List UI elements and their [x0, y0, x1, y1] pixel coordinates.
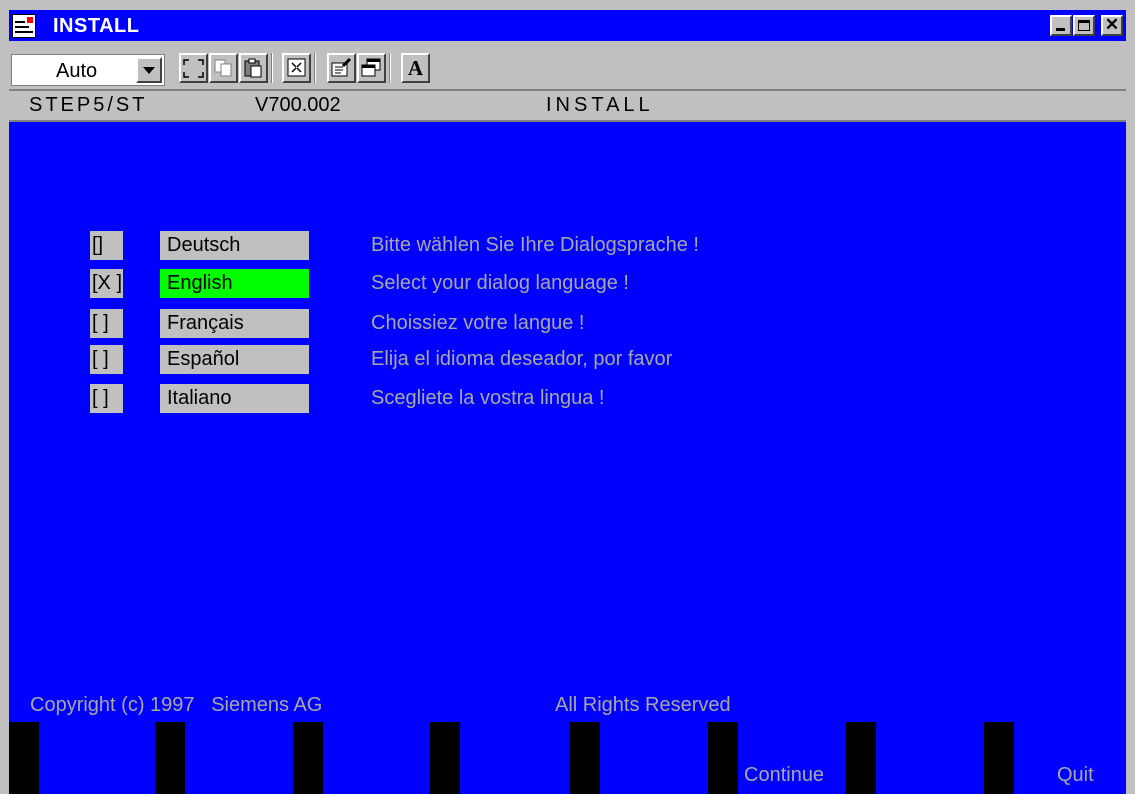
function-key-f4[interactable]: [430, 722, 460, 794]
minimize-icon: [1056, 28, 1065, 31]
rights-text: All Rights Reserved: [555, 694, 731, 716]
function-key-f2[interactable]: [155, 722, 185, 794]
close-button[interactable]: ✕: [1101, 15, 1123, 36]
font-icon: A: [407, 55, 424, 80]
language-prompt: Scegliete la vostra lingua !: [371, 387, 605, 409]
language-option-francais[interactable]: Français: [160, 309, 309, 338]
toolbar-separator: [314, 53, 316, 83]
quit-button[interactable]: Quit: [1057, 764, 1094, 787]
function-key-f1[interactable]: [9, 722, 39, 794]
language-option-english[interactable]: English: [160, 269, 309, 298]
fullscreen-icon: [183, 58, 204, 78]
background-button[interactable]: [357, 53, 386, 83]
language-row-deutsch: [] Deutsch Bitte wählen Sie Ihre Dialogs…: [9, 231, 1126, 261]
function-key-f6[interactable]: [708, 722, 738, 794]
module-name: INSTALL: [546, 94, 654, 116]
language-checkbox[interactable]: [ ]: [90, 384, 123, 413]
language-checkbox[interactable]: [X ]: [90, 269, 123, 298]
copy-icon: [214, 59, 232, 77]
language-prompt: Bitte wählen Sie Ihre Dialogsprache !: [371, 234, 699, 256]
step7-app-icon[interactable]: [12, 14, 36, 38]
maximize-icon: [1078, 20, 1090, 31]
language-option-deutsch[interactable]: Deutsch: [160, 231, 309, 260]
language-row-francais: [ ] Français Choissiez votre langue !: [9, 309, 1126, 339]
font-size-value: Auto: [56, 60, 98, 82]
language-prompt: Elija el idioma deseador, por favor: [371, 348, 673, 370]
maximize-button[interactable]: [1073, 15, 1095, 36]
minimize-button[interactable]: [1050, 15, 1072, 36]
function-key-f5[interactable]: [570, 722, 600, 794]
language-checkbox[interactable]: []: [90, 231, 123, 260]
copy-button[interactable]: [209, 53, 238, 83]
scale-icon: [287, 58, 305, 77]
function-key-f8[interactable]: [984, 722, 1014, 794]
toolbar: Auto A: [9, 41, 1126, 89]
copyright-text: Copyright (c) 1997 Siemens AG: [30, 694, 323, 716]
install-screen: [] Deutsch Bitte wählen Sie Ihre Dialogs…: [9, 122, 1126, 794]
function-key-f7[interactable]: [846, 722, 876, 794]
language-option-espanol[interactable]: Español: [160, 345, 309, 374]
language-row-espanol: [ ] Español Elija el idioma deseador, po…: [9, 345, 1126, 375]
chevron-down-icon: [143, 67, 155, 74]
install-window: INSTALL ✕ Auto A STEP5/ST V700.002 INSTA…: [0, 0, 1135, 794]
title-bar[interactable]: INSTALL ✕: [9, 10, 1126, 41]
dropdown-button[interactable]: [136, 57, 162, 83]
background-icon: [361, 58, 381, 77]
fullscreen-button[interactable]: [179, 53, 208, 83]
paste-button[interactable]: [239, 53, 268, 83]
language-prompt: Select your dialog language !: [371, 272, 629, 294]
toolbar-separator: [271, 53, 273, 83]
scale-button[interactable]: [282, 53, 311, 83]
language-checkbox[interactable]: [ ]: [90, 345, 123, 374]
product-version: V700.002: [255, 94, 341, 116]
language-row-english: [X ] English Select your dialog language…: [9, 269, 1126, 299]
properties-button[interactable]: [327, 53, 356, 83]
language-row-italiano: [ ] Italiano Scegliete la vostra lingua …: [9, 384, 1126, 414]
function-key-f3[interactable]: [293, 722, 323, 794]
language-prompt: Choissiez votre langue !: [371, 312, 585, 334]
properties-icon: [331, 58, 352, 77]
font-size-select[interactable]: Auto: [11, 54, 165, 86]
language-option-italiano[interactable]: Italiano: [160, 384, 309, 413]
continue-button[interactable]: Continue: [744, 764, 824, 787]
toolbar-separator: [389, 53, 391, 83]
status-header: STEP5/ST V700.002 INSTALL: [9, 89, 1126, 122]
window-title: INSTALL: [53, 15, 140, 37]
font-button[interactable]: A: [401, 53, 430, 83]
close-icon: ✕: [1104, 15, 1120, 34]
language-checkbox[interactable]: [ ]: [90, 309, 123, 338]
paste-icon: [244, 58, 262, 78]
product-name: STEP5/ST: [29, 94, 148, 116]
